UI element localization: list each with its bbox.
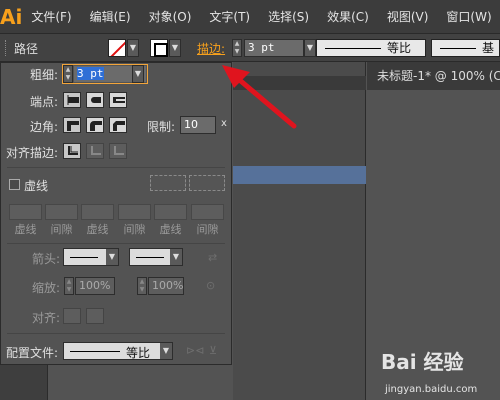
watermark: Bai 经验 jingyan.baidu.com — [381, 346, 496, 398]
annotation-arrow-icon — [222, 65, 297, 129]
watermark-logo: Bai 经验 — [381, 350, 464, 374]
watermark-url: jingyan.baidu.com — [385, 384, 478, 395]
